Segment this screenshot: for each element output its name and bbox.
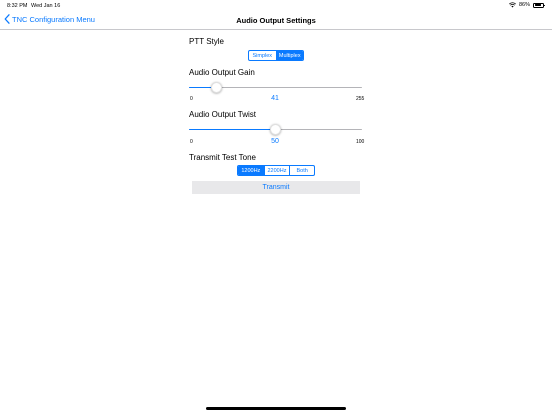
gain-max-label: 255	[356, 96, 365, 102]
audio-output-twist-title: Audio Output Twist	[189, 110, 256, 119]
ptt-style-segmented-control: Simplex Multiplex	[248, 50, 304, 61]
segment-1200hz[interactable]: 1200Hz	[238, 166, 264, 175]
slider-fill	[189, 129, 276, 130]
home-indicator	[206, 407, 346, 410]
twist-max-label: 100	[356, 139, 365, 145]
status-bar: 8:32 PM Wed Jan 16 86%	[0, 0, 552, 12]
gain-value: 41	[271, 95, 279, 102]
slider-thumb[interactable]	[211, 82, 223, 93]
navigation-bar: TNC Configuration Menu Audio Output Sett…	[0, 12, 552, 30]
transmit-test-tone-title: Transmit Test Tone	[189, 153, 256, 162]
audio-output-gain-slider[interactable]	[189, 81, 362, 95]
ptt-style-title: PTT Style	[189, 37, 224, 46]
wifi-icon	[509, 2, 516, 8]
gain-min-label: 0	[190, 96, 193, 102]
status-right: 86%	[509, 2, 545, 8]
segment-multiplex[interactable]: Multiplex	[275, 51, 303, 60]
status-date: Wed Jan 16	[31, 3, 61, 9]
battery-icon	[533, 2, 545, 8]
segment-both[interactable]: Both	[289, 166, 314, 175]
segment-2200hz[interactable]: 2200Hz	[263, 166, 290, 175]
transmit-button[interactable]: Transmit	[192, 181, 360, 194]
test-tone-segmented-control: 1200Hz 2200Hz Both	[237, 165, 315, 176]
status-time: 8:32 PM	[7, 3, 28, 9]
slider-thumb[interactable]	[270, 124, 281, 135]
battery-percent: 86%	[518, 2, 530, 8]
audio-output-gain-title: Audio Output Gain	[189, 68, 255, 77]
audio-output-twist-slider[interactable]	[189, 123, 362, 137]
segment-simplex[interactable]: Simplex	[249, 51, 276, 60]
twist-value: 50	[271, 138, 279, 145]
battery-fill	[534, 4, 541, 6]
page-title: Audio Output Settings	[236, 16, 316, 25]
twist-min-label: 0	[190, 139, 193, 145]
